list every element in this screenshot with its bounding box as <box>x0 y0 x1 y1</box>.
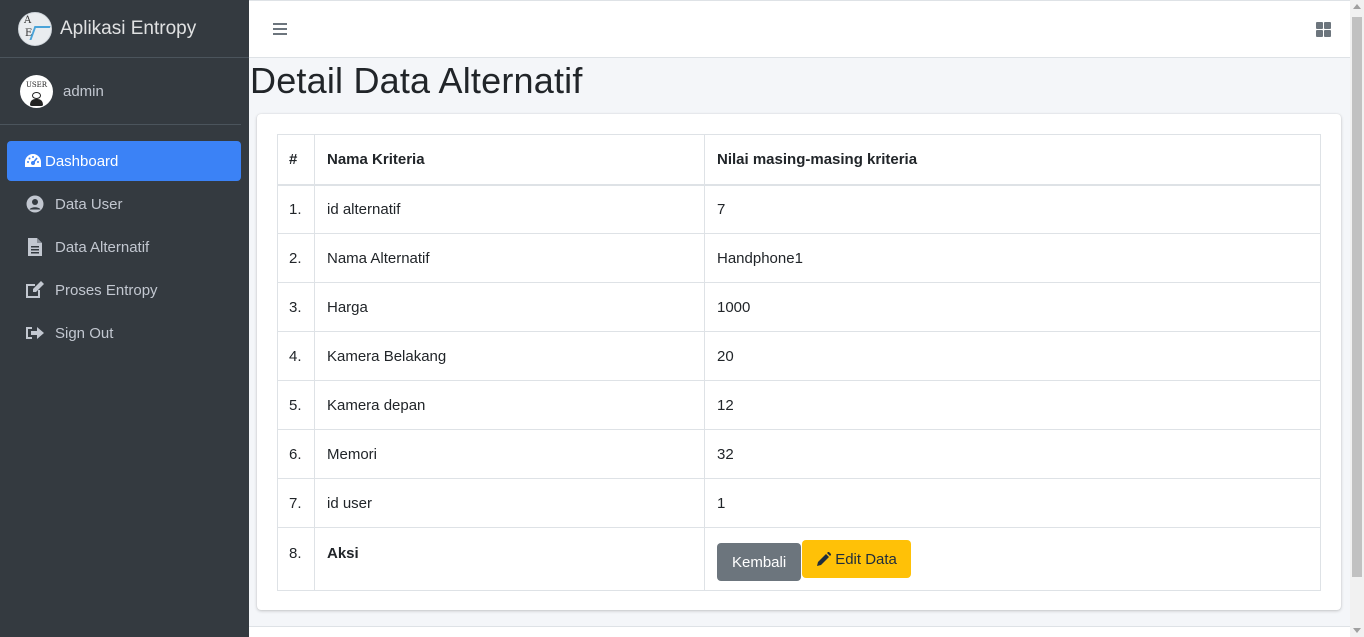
tachometer-icon <box>23 152 43 170</box>
table-row: 2. Nama Alternatif Handphone1 <box>277 233 1321 283</box>
kembali-button[interactable]: Kembali <box>717 543 802 581</box>
sidebar-item-sign-out[interactable]: Sign Out <box>7 313 241 353</box>
sidebar-item-dashboard[interactable]: Dashboard <box>7 141 241 181</box>
row-nilai: 20 <box>704 331 1321 381</box>
row-number: 5. <box>277 380 315 430</box>
row-number: 3. <box>277 282 315 332</box>
scroll-down-arrow-icon[interactable] <box>1353 628 1361 633</box>
table-row: 1. id alternatif 7 <box>277 184 1321 234</box>
table-row-aksi: 8. Aksi Kembali Edit Data <box>277 527 1321 591</box>
sidebar: A E Aplikasi Entropy USER admin Dashboar… <box>0 0 249 637</box>
user-panel[interactable]: USER admin <box>0 58 241 125</box>
row-kriteria: Nama Alternatif <box>314 233 705 283</box>
footer <box>249 626 1350 637</box>
row-kriteria: id alternatif <box>314 184 705 234</box>
sidebar-nav: Dashboard Data User Data Alternatif Pros… <box>0 125 249 353</box>
sidebar-item-label: Dashboard <box>45 152 119 170</box>
edit-icon <box>25 281 45 299</box>
brand-title: Aplikasi Entropy <box>60 17 197 39</box>
sidebar-item-proses-entropy[interactable]: Proses Entropy <box>7 270 241 310</box>
detail-table: # Nama Kriteria Nilai masing-masing krit… <box>277 134 1321 591</box>
brand-logo: A E <box>18 11 52 46</box>
pencil-icon <box>816 551 832 567</box>
row-number: 2. <box>277 233 315 283</box>
row-number: 4. <box>277 331 315 381</box>
table-row: 4. Kamera Belakang 20 <box>277 331 1321 381</box>
row-number: 7. <box>277 478 315 528</box>
row-kriteria: Kamera depan <box>314 380 705 430</box>
scrollbar-thumb[interactable] <box>1352 17 1362 577</box>
row-nilai: Handphone1 <box>704 233 1321 283</box>
row-kriteria: Memori <box>314 429 705 479</box>
sidebar-item-label: Data User <box>55 195 123 213</box>
row-nilai: 1 <box>704 478 1321 528</box>
sidebar-item-data-alternatif[interactable]: Data Alternatif <box>7 227 241 267</box>
user-circle-icon <box>25 195 45 213</box>
row-kriteria: Harga <box>314 282 705 332</box>
row-nilai: 1000 <box>704 282 1321 332</box>
detail-card: # Nama Kriteria Nilai masing-masing krit… <box>257 114 1341 610</box>
sidebar-item-label: Data Alternatif <box>55 238 150 256</box>
page-title: Detail Data Alternatif <box>250 60 583 101</box>
column-header-kriteria: Nama Kriteria <box>314 134 705 186</box>
scroll-up-arrow-icon[interactable] <box>1353 4 1361 9</box>
row-nilai: 12 <box>704 380 1321 430</box>
sign-out-icon <box>25 324 45 342</box>
table-row: 6. Memori 32 <box>277 429 1321 479</box>
avatar: USER <box>20 74 53 108</box>
row-number: 1. <box>277 184 315 234</box>
row-kriteria: id user <box>314 478 705 528</box>
row-nilai: 32 <box>704 429 1321 479</box>
row-number: 8. <box>277 527 315 591</box>
brand-link[interactable]: A E Aplikasi Entropy <box>0 0 249 58</box>
sidebar-item-label: Proses Entropy <box>55 281 158 299</box>
table-row: 7. id user 1 <box>277 478 1321 528</box>
column-header-nilai: Nilai masing-masing kriteria <box>704 134 1321 186</box>
row-kriteria: Kamera Belakang <box>314 331 705 381</box>
table-row: 3. Harga 1000 <box>277 282 1321 332</box>
top-navbar <box>249 0 1350 58</box>
row-kriteria-aksi: Aksi <box>314 527 705 591</box>
sidebar-item-data-user[interactable]: Data User <box>7 184 241 224</box>
table-header-row: # Nama Kriteria Nilai masing-masing krit… <box>277 134 1321 186</box>
sidebar-item-label: Sign Out <box>55 324 114 342</box>
row-number: 6. <box>277 429 315 479</box>
file-icon <box>25 238 45 256</box>
column-header-number: # <box>277 134 315 186</box>
table-row: 5. Kamera depan 12 <box>277 380 1321 430</box>
grid-icon[interactable] <box>1316 22 1331 37</box>
row-actions: Kembali Edit Data <box>704 527 1321 591</box>
row-nilai: 7 <box>704 184 1321 234</box>
page-scrollbar[interactable] <box>1350 0 1364 637</box>
edit-data-button[interactable]: Edit Data <box>802 540 911 578</box>
edit-data-label: Edit Data <box>835 550 897 568</box>
hamburger-icon[interactable] <box>273 23 287 35</box>
user-name: admin <box>63 82 104 100</box>
